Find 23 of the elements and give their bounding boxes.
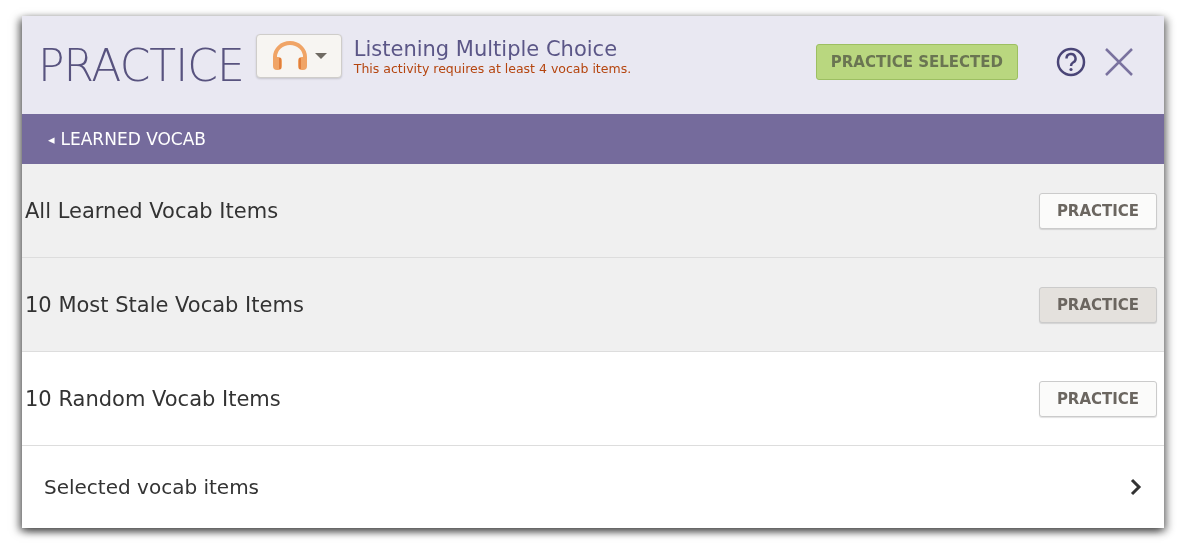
practice-button[interactable]: PRACTICE <box>1039 286 1157 323</box>
vocab-option-label: All Learned Vocab Items <box>25 198 279 223</box>
chevron-right-icon <box>1130 478 1142 496</box>
practice-button[interactable]: PRACTICE <box>1039 380 1157 417</box>
activity-title: Listening Multiple Choice <box>353 36 619 61</box>
practice-selected-button[interactable]: PRACTICE SELECTED <box>815 44 1018 80</box>
section-bar[interactable]: ◂ LEARNED VOCAB <box>22 114 1164 164</box>
caret-icon <box>314 53 327 59</box>
help-button[interactable] <box>1056 47 1086 77</box>
vocab-option-label: 10 Random Vocab Items <box>25 386 281 411</box>
dialog-title: PRACTICE <box>38 39 244 91</box>
section-title: LEARNED VOCAB <box>60 129 206 149</box>
activity-type-dropdown[interactable] <box>255 34 342 78</box>
selected-vocab-link[interactable]: Selected vocab items <box>22 446 1164 528</box>
headphones-icon <box>270 41 309 71</box>
vocab-option-label: 10 Most Stale Vocab Items <box>25 292 304 317</box>
close-button[interactable] <box>1104 47 1134 77</box>
activity-warning: This activity requires at least 4 vocab items. <box>353 60 633 76</box>
close-icon <box>1104 47 1134 77</box>
selected-vocab-label: Selected vocab items <box>44 475 260 499</box>
help-icon <box>1056 47 1086 77</box>
practice-button[interactable]: PRACTICE <box>1039 192 1157 229</box>
back-arrow-icon: ◂ <box>48 131 55 147</box>
